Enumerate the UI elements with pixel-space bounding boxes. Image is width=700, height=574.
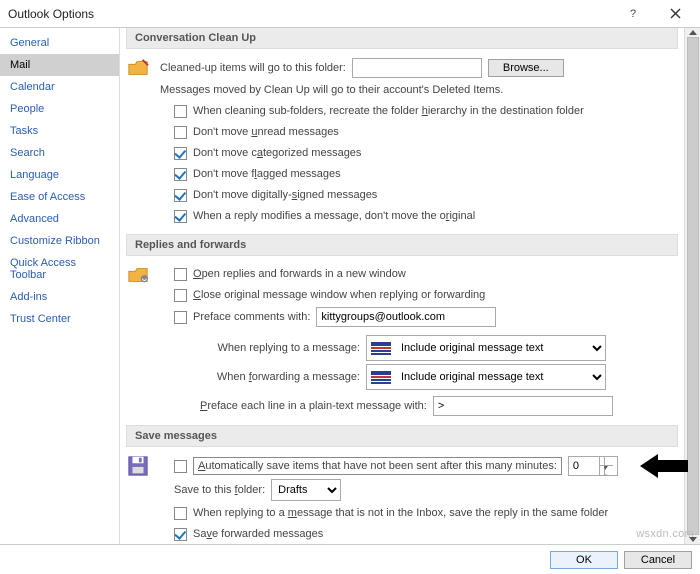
message-preview-icon bbox=[368, 337, 394, 359]
sidebar: General Mail Calendar People Tasks Searc… bbox=[0, 28, 120, 544]
scroll-thumb[interactable] bbox=[687, 37, 699, 535]
sidebar-item-customize-ribbon[interactable]: Customize Ribbon bbox=[0, 230, 119, 252]
autosave-minutes-spinner[interactable] bbox=[568, 456, 618, 476]
moved-note: Messages moved by Clean Up will go to th… bbox=[160, 84, 503, 96]
broom-folder-icon bbox=[126, 55, 150, 228]
when-reply-combo[interactable]: Include original message text bbox=[366, 335, 606, 361]
preface-comments-input[interactable] bbox=[316, 307, 496, 327]
saveto-label: Save to this folder: bbox=[174, 484, 265, 496]
callout-arrow-icon bbox=[640, 452, 688, 483]
save-disk-icon bbox=[126, 453, 150, 544]
watermark: wsxdn.com bbox=[636, 528, 694, 540]
open-new-label: Open replies and forwards in a new windo… bbox=[193, 268, 406, 280]
cleanup-opt-label-5: When a reply modifies a message, don't m… bbox=[193, 210, 475, 222]
sidebar-item-quick-access-toolbar[interactable]: Quick Access Toolbar bbox=[0, 252, 119, 286]
ok-button[interactable]: OK bbox=[550, 551, 618, 569]
open-new-checkbox[interactable] bbox=[174, 268, 187, 281]
close-button[interactable] bbox=[654, 2, 696, 26]
scroll-up-arrow[interactable] bbox=[689, 30, 697, 35]
help-button[interactable]: ? bbox=[612, 2, 654, 26]
save-opt-checkbox-1[interactable] bbox=[174, 528, 187, 541]
cleanup-opt-label-3: Don't move flagged messages bbox=[193, 168, 341, 180]
cleanup-opt-checkbox-0[interactable] bbox=[174, 105, 187, 118]
content-pane: Conversation Clean Up Cleaned-up items w… bbox=[120, 28, 700, 544]
cleaned-label: Cleaned-up items will go to this folder: bbox=[160, 62, 346, 74]
save-opt-label-0: When replying to a message that is not i… bbox=[193, 507, 608, 519]
sidebar-item-people[interactable]: People bbox=[0, 98, 119, 120]
footer: OK Cancel bbox=[0, 544, 700, 574]
browse-button[interactable]: Browse... bbox=[488, 59, 564, 77]
sidebar-item-ease-of-access[interactable]: Ease of Access bbox=[0, 186, 119, 208]
save-opt-checkbox-0[interactable] bbox=[174, 507, 187, 520]
when-forward-combo[interactable]: Include original message text bbox=[366, 364, 606, 390]
reply-folder-icon bbox=[126, 262, 150, 419]
sidebar-item-calendar[interactable]: Calendar bbox=[0, 76, 119, 98]
section-header-replies: Replies and forwards bbox=[126, 234, 678, 256]
autosave-label: Automatically save items that have not b… bbox=[193, 457, 562, 475]
preface-comments-label: Preface comments with: bbox=[193, 311, 310, 323]
section-cleanup: Cleaned-up items will go to this folder:… bbox=[126, 55, 678, 228]
cleanup-opt-checkbox-2[interactable] bbox=[174, 147, 187, 160]
window-title: Outlook Options bbox=[8, 7, 612, 21]
cleanup-opt-checkbox-1[interactable] bbox=[174, 126, 187, 139]
cleanup-opt-label-4: Don't move digitally-signed messages bbox=[193, 189, 377, 201]
autosave-checkbox[interactable] bbox=[174, 460, 187, 473]
cleanup-opt-checkbox-4[interactable] bbox=[174, 189, 187, 202]
main: General Mail Calendar People Tasks Searc… bbox=[0, 28, 700, 544]
when-reply-select[interactable]: Include original message text bbox=[395, 336, 605, 360]
cleaned-folder-input[interactable] bbox=[352, 58, 482, 78]
cleanup-opt-checkbox-3[interactable] bbox=[174, 168, 187, 181]
cleanup-opt-label-0: When cleaning sub-folders, recreate the … bbox=[193, 105, 584, 117]
when-forward-select[interactable]: Include original message text bbox=[395, 365, 605, 389]
preface-comments-checkbox[interactable] bbox=[174, 311, 187, 324]
spinner-down[interactable] bbox=[599, 466, 613, 475]
sidebar-item-general[interactable]: General bbox=[0, 32, 119, 54]
close-orig-checkbox[interactable] bbox=[174, 289, 187, 302]
sidebar-item-trust-center[interactable]: Trust Center bbox=[0, 308, 119, 330]
sidebar-item-advanced[interactable]: Advanced bbox=[0, 208, 119, 230]
section-replies: Open replies and forwards in a new windo… bbox=[126, 262, 678, 419]
cancel-button[interactable]: Cancel bbox=[624, 551, 692, 569]
cleanup-opt-label-2: Don't move categorized messages bbox=[193, 147, 361, 159]
section-save: Automatically save items that have not b… bbox=[126, 453, 678, 544]
sidebar-item-language[interactable]: Language bbox=[0, 164, 119, 186]
preface-line-label: Preface each line in a plain-text messag… bbox=[200, 400, 427, 412]
when-forward-label: When forwarding a message: bbox=[200, 371, 360, 383]
cleanup-opt-checkbox-5[interactable] bbox=[174, 210, 187, 223]
saveto-select[interactable]: Drafts bbox=[271, 479, 341, 501]
save-opt-label-1: Save forwarded messages bbox=[193, 528, 323, 540]
autosave-minutes-input[interactable] bbox=[569, 457, 599, 475]
section-header-save: Save messages bbox=[126, 425, 678, 447]
preface-line-input[interactable] bbox=[433, 396, 613, 416]
section-header-cleanup: Conversation Clean Up bbox=[126, 28, 678, 49]
titlebar: Outlook Options ? bbox=[0, 0, 700, 28]
cleanup-opt-label-1: Don't move unread messages bbox=[193, 126, 339, 138]
sidebar-item-search[interactable]: Search bbox=[0, 142, 119, 164]
close-orig-label: Close original message window when reply… bbox=[193, 289, 485, 301]
when-reply-label: When replying to a message: bbox=[200, 342, 360, 354]
sidebar-item-mail[interactable]: Mail bbox=[0, 54, 119, 76]
sidebar-item-add-ins[interactable]: Add-ins bbox=[0, 286, 119, 308]
close-icon bbox=[670, 8, 681, 19]
sidebar-item-tasks[interactable]: Tasks bbox=[0, 120, 119, 142]
message-preview-icon bbox=[368, 366, 394, 388]
spinner-up[interactable] bbox=[599, 457, 613, 466]
